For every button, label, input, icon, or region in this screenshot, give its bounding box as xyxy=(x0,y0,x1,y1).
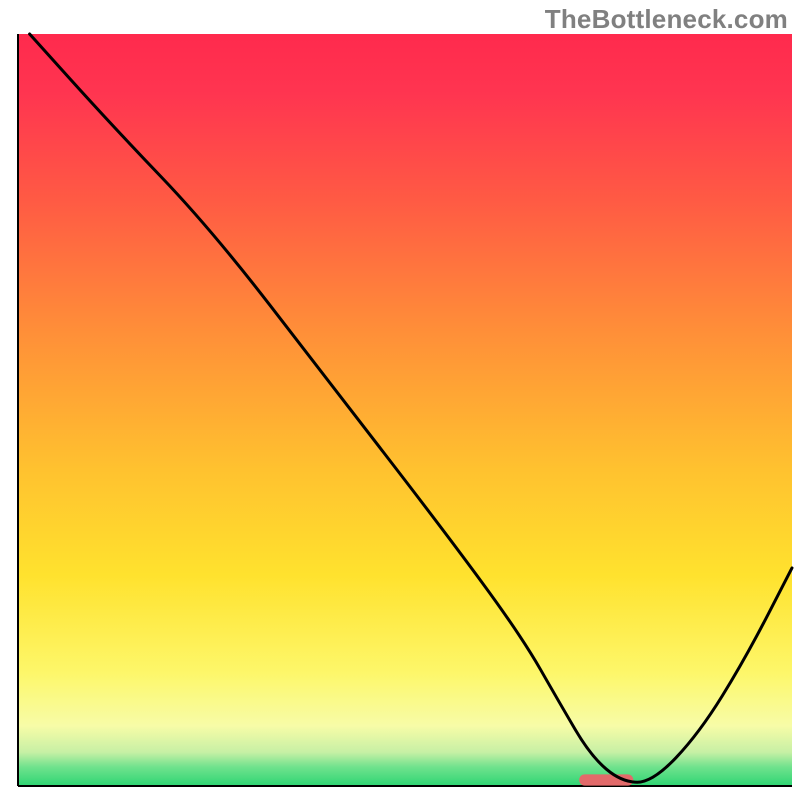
bottleneck-chart: TheBottleneck.com xyxy=(0,0,800,800)
chart-canvas xyxy=(0,0,800,800)
watermark-text: TheBottleneck.com xyxy=(545,4,788,35)
